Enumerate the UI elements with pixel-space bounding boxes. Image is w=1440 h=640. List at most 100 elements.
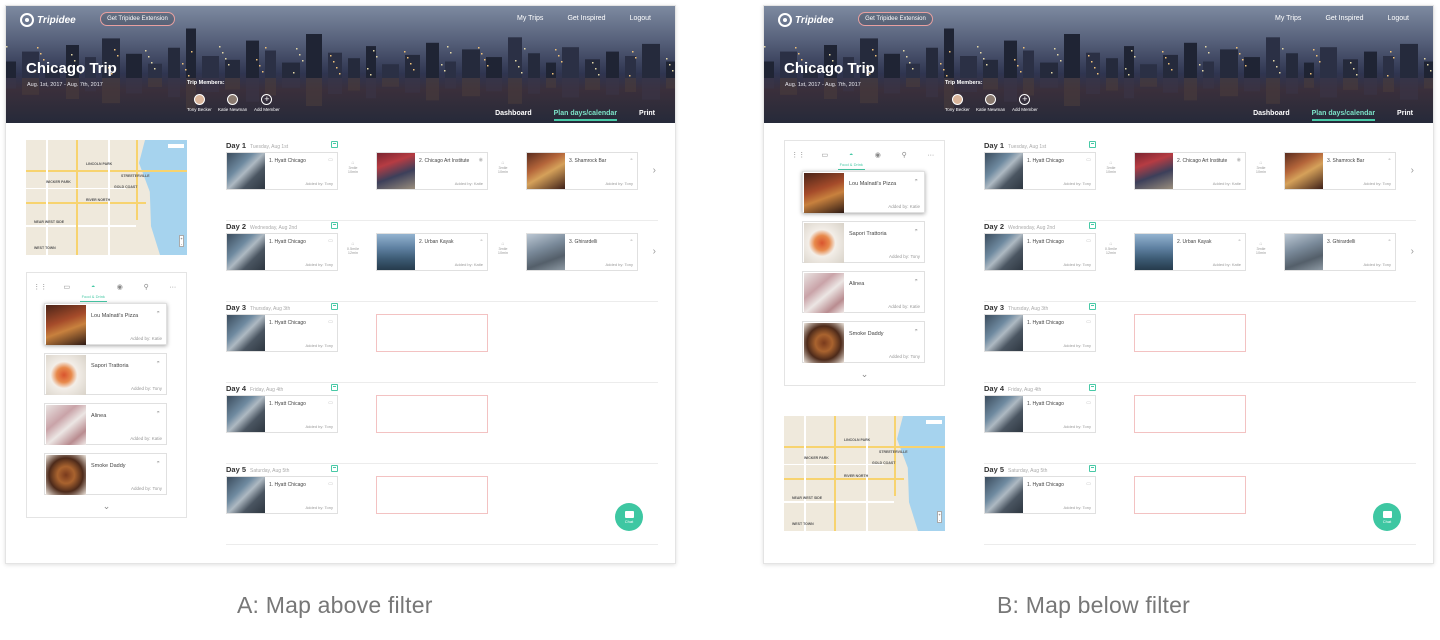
calendar-icon[interactable] [1089, 222, 1096, 229]
member-tony[interactable]: Tony Becker [187, 94, 212, 112]
chevron-right-icon[interactable]: › [653, 246, 656, 257]
day-date: Tuesday, Aug 1st [1008, 144, 1047, 150]
itinerary-card[interactable]: 1. Hyatt Chicago ▭ Added by: Tony [226, 314, 338, 352]
map-type-toggle[interactable] [926, 420, 942, 424]
itinerary-card[interactable]: 1. Hyatt Chicago ▭ Added by: Tony [226, 476, 338, 514]
get-extension-button[interactable]: Get Tripidee Extension [858, 12, 933, 26]
itinerary-card[interactable]: 3. Shamrock Bar ◓ Added by: Tony [526, 152, 638, 190]
calendar-icon[interactable] [331, 465, 338, 472]
calendar-icon[interactable] [331, 141, 338, 148]
day-label: Day 1 [984, 141, 1005, 150]
tab-plan-days-calendar[interactable]: Plan days/calendar [1311, 110, 1376, 121]
itinerary-card[interactable]: 1. Hyatt Chicago ▭ Added by: Tony [984, 395, 1096, 433]
add-member-button[interactable]: + Add Member [254, 94, 280, 112]
place-photo [985, 396, 1023, 432]
chevron-down-icon[interactable]: ⌄ [785, 369, 944, 385]
brand-logo[interactable]: Tripidee [778, 13, 834, 27]
itinerary-card[interactable]: 1. Hyatt Chicago ▭ Added by: Tony [226, 152, 338, 190]
food-card[interactable]: Smoke Daddy ◓ Added by: Tony [802, 321, 925, 363]
zoom-control[interactable]: + - [179, 235, 184, 247]
itinerary-card[interactable]: 1. Hyatt Chicago ▭ Added by: Tony [984, 233, 1096, 271]
empty-drop-slot[interactable] [376, 395, 488, 433]
tab-dashboard[interactable]: Dashboard [1253, 110, 1290, 121]
calendar-icon[interactable] [331, 303, 338, 310]
calendar-icon[interactable] [1089, 303, 1096, 310]
empty-drop-slot[interactable] [1134, 476, 1246, 514]
nav-item-get-inspired[interactable]: Get Inspired [567, 15, 605, 22]
food-card[interactable]: Lou Malnati's Pizza ◓ Added by: Katie [802, 171, 925, 213]
chevron-right-icon[interactable]: › [653, 165, 656, 176]
member-tony[interactable]: Tony Becker [945, 94, 970, 112]
itinerary-card[interactable]: 2. Chicago Art Institute ◉ Added by: Katie [376, 152, 488, 190]
day-3: Day 3 Thursday, Aug 3th 1. Hyatt Chicago ▭ A… [226, 303, 658, 383]
nav-item-my-trips[interactable]: My Trips [1275, 15, 1301, 22]
calendar-icon[interactable] [331, 222, 338, 229]
map-type-toggle[interactable] [168, 144, 184, 148]
empty-drop-slot[interactable] [1134, 314, 1246, 352]
itinerary-card[interactable]: 2. Urban Kayak ◓ Added by: Katie [376, 233, 488, 271]
calendar-icon[interactable] [1089, 384, 1096, 391]
member-katie[interactable]: Katie Newman [976, 94, 1005, 112]
add-member-button[interactable]: + Add Member [1012, 94, 1038, 112]
tab-dashboard[interactable]: Dashboard [495, 110, 532, 121]
calendar-icon[interactable] [1089, 465, 1096, 472]
chat-button[interactable]: Chat [1373, 503, 1401, 531]
more-icon[interactable]: ··· [926, 152, 936, 159]
itinerary-card[interactable]: 1. Hyatt Chicago ▭ Added by: Tony [984, 476, 1096, 514]
grid-icon[interactable]: ⋮⋮ [33, 284, 47, 291]
food-card[interactable]: Alinea ◓ Added by: Katie [44, 403, 167, 445]
empty-drop-slot[interactable] [376, 314, 488, 352]
map-label: STREETERVILLE [121, 174, 150, 178]
itinerary-card[interactable]: 2. Urban Kayak ◓ Added by: Katie [1134, 233, 1246, 271]
zoom-control[interactable]: + - [937, 511, 942, 523]
tab-print[interactable]: Print [639, 110, 655, 121]
more-icon[interactable]: ··· [168, 284, 178, 291]
itinerary-card[interactable]: 2. Chicago Art Institute ◉ Added by: Katie [1134, 152, 1246, 190]
empty-drop-slot[interactable] [376, 476, 488, 514]
calendar-icon[interactable] [331, 384, 338, 391]
bike-icon[interactable]: ⚲ [141, 284, 151, 291]
itinerary-card[interactable]: 1. Hyatt Chicago ▭ Added by: Tony [226, 233, 338, 271]
bed-icon-glyph: ▭ [821, 151, 829, 159]
calendar-icon[interactable] [1089, 141, 1096, 148]
neighborhood-map[interactable]: LINCOLN PARK RIVER NORTH GOLD COAST WEST TO… [784, 416, 945, 531]
eye-icon[interactable]: ◉ [873, 152, 883, 159]
nav-item-logout[interactable]: Logout [630, 15, 651, 22]
map-road [26, 170, 187, 172]
itinerary-card[interactable]: 3. Shamrock Bar ◓ Added by: Tony [1284, 152, 1396, 190]
chevron-right-icon[interactable]: › [1411, 246, 1414, 257]
food-card[interactable]: Sapori Trattoria ◓ Added by: Tony [802, 221, 925, 263]
food-icon[interactable]: ◓ Food & Drink [837, 152, 865, 170]
brand-logo[interactable]: Tripidee [20, 13, 76, 27]
get-extension-button[interactable]: Get Tripidee Extension [100, 12, 175, 26]
food-card[interactable]: Lou Malnati's Pizza ◓ Added by: Katie [44, 303, 167, 345]
chevron-down-icon[interactable]: ⌄ [27, 501, 186, 517]
tab-plan-days-calendar[interactable]: Plan days/calendar [553, 110, 618, 121]
chevron-right-icon[interactable]: › [1411, 165, 1414, 176]
nav-item-logout[interactable]: Logout [1388, 15, 1409, 22]
nav-item-my-trips[interactable]: My Trips [517, 15, 543, 22]
bike-icon[interactable]: ⚲ [899, 152, 909, 159]
eye-icon[interactable]: ◉ [115, 284, 125, 291]
place-photo [985, 477, 1023, 513]
bed-icon[interactable]: ▭ [820, 152, 830, 159]
bed-icon[interactable]: ▭ [62, 284, 72, 291]
food-card[interactable]: Alinea ◓ Added by: Katie [802, 271, 925, 313]
food-icon[interactable]: ◓ Food & Drink [79, 284, 107, 302]
itinerary-card[interactable]: 1. Hyatt Chicago ▭ Added by: Tony [226, 395, 338, 433]
itinerary-card[interactable]: 1. Hyatt Chicago ▭ Added by: Tony [984, 152, 1096, 190]
itinerary-card[interactable]: 3. Ghirardelli ◓ Added by: Tony [526, 233, 638, 271]
member-katie[interactable]: Katie Newman [218, 94, 247, 112]
empty-drop-slot[interactable] [1134, 395, 1246, 433]
day-label: Day 3 [984, 303, 1005, 312]
food-card[interactable]: Sapori Trattoria ◓ Added by: Tony [44, 353, 167, 395]
chat-button[interactable]: Chat [615, 503, 643, 531]
neighborhood-map[interactable]: LINCOLN PARK RIVER NORTH GOLD COAST WEST TO… [26, 140, 187, 255]
itinerary-card[interactable]: 1. Hyatt Chicago ▭ Added by: Tony [984, 314, 1096, 352]
itinerary-card[interactable]: 3. Ghirardelli ◓ Added by: Tony [1284, 233, 1396, 271]
nav-item-get-inspired[interactable]: Get Inspired [1325, 15, 1363, 22]
grid-icon[interactable]: ⋮⋮ [791, 152, 805, 159]
food-card[interactable]: Smoke Daddy ◓ Added by: Tony [44, 453, 167, 495]
map-label: NEAR WEST SIDE [792, 496, 823, 500]
tab-print[interactable]: Print [1397, 110, 1413, 121]
